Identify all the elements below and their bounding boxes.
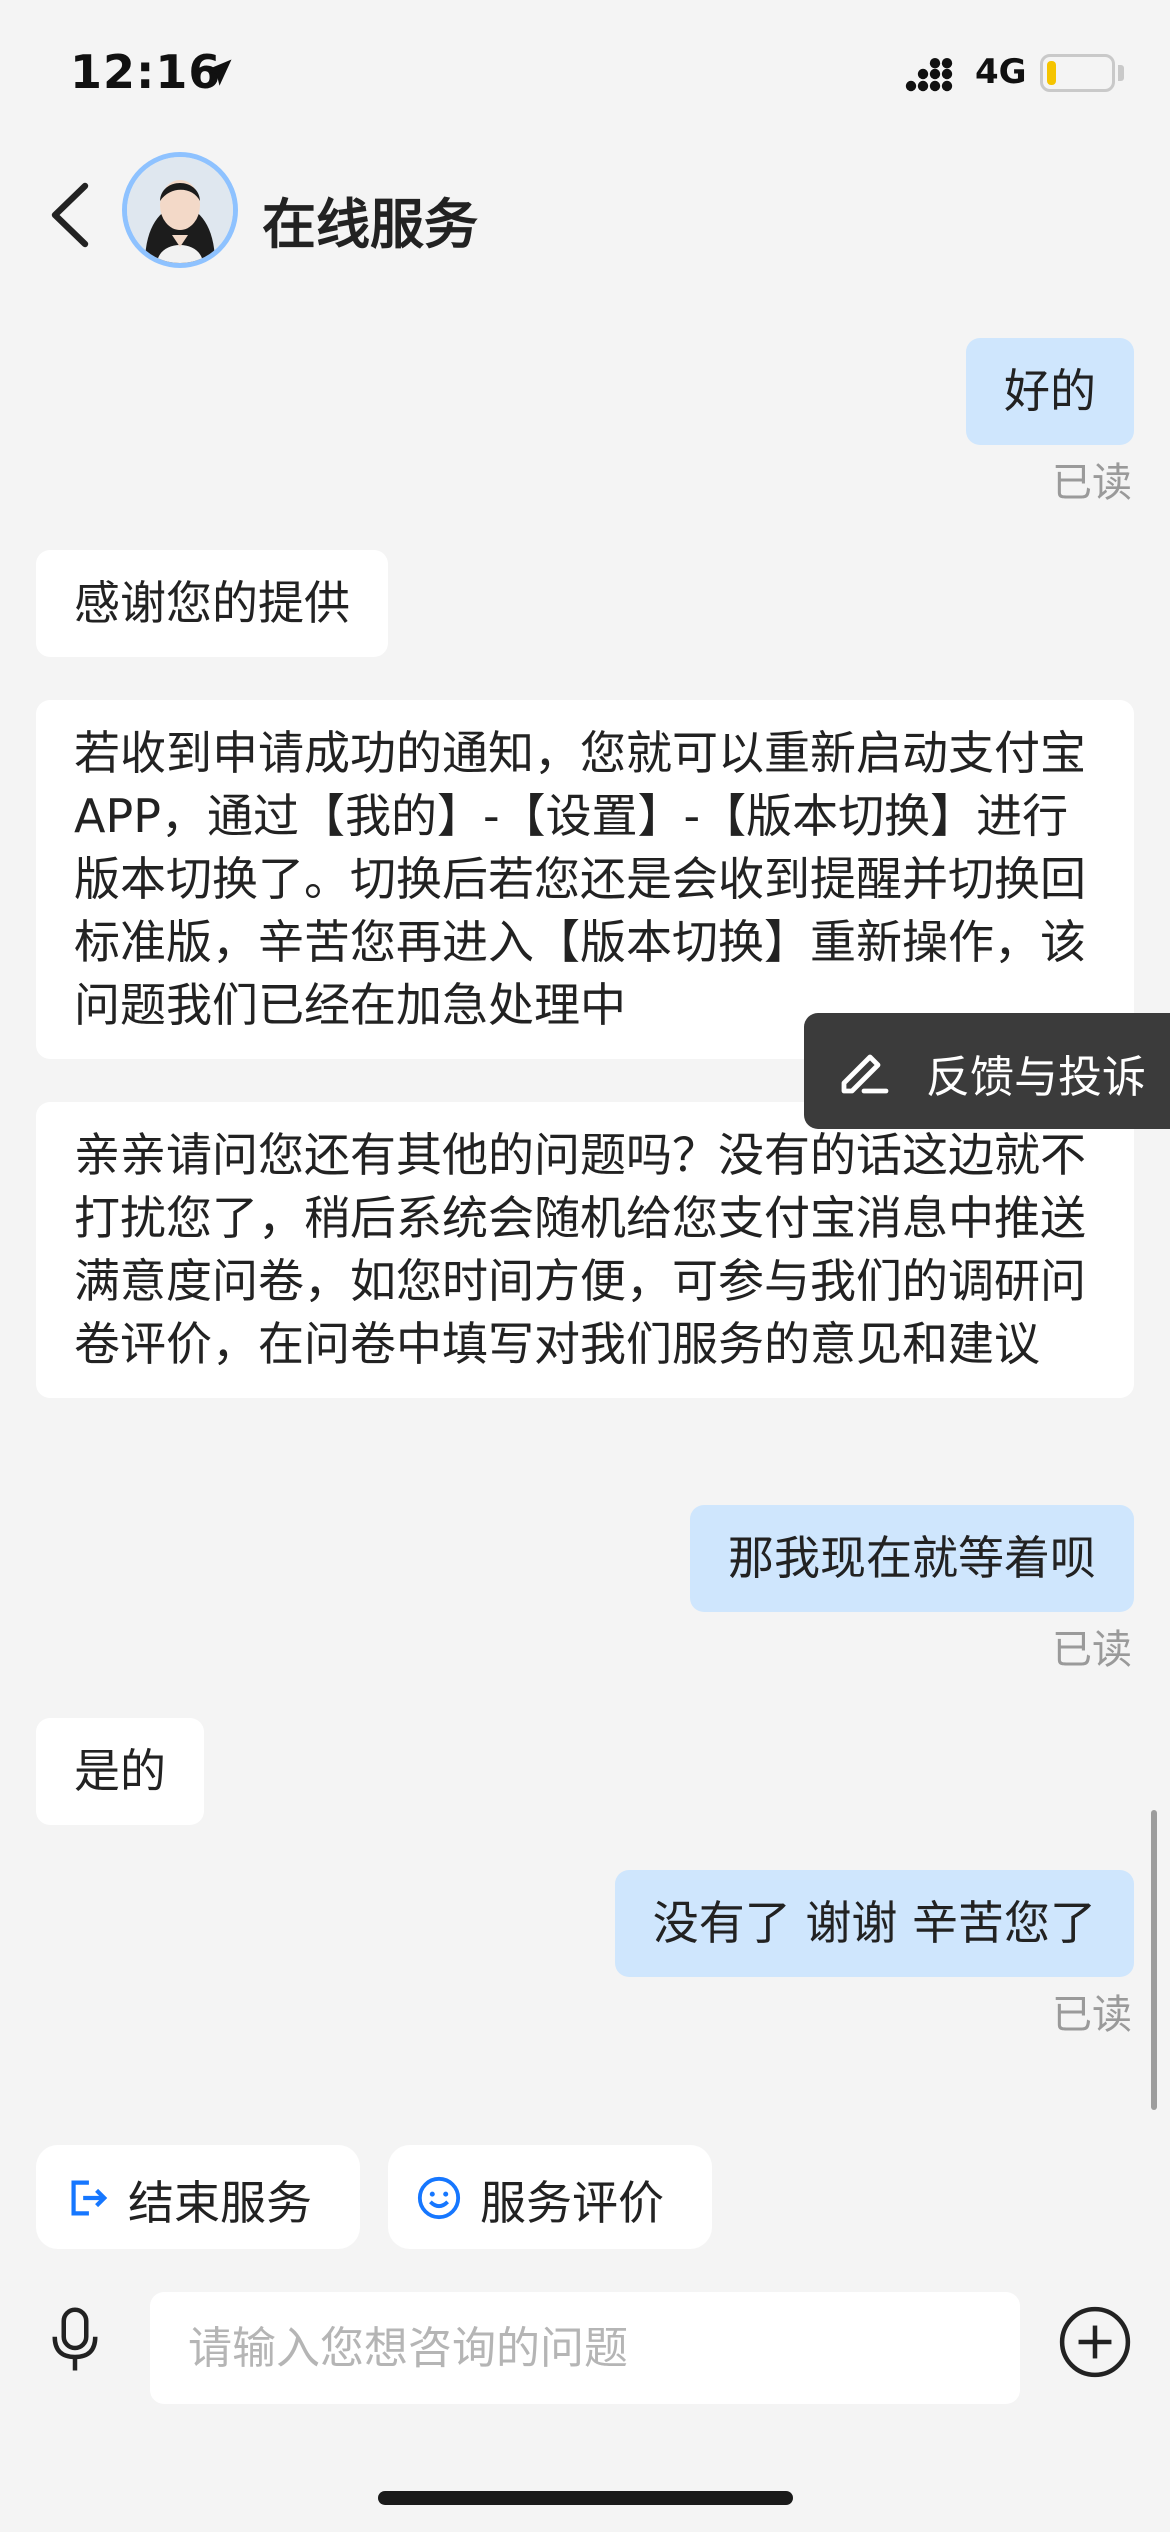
network-type: 4G <box>975 52 1027 92</box>
exit-icon <box>71 2180 108 2216</box>
location-arrow-icon <box>204 59 232 86</box>
message-bot-2[interactable]: 若收到申请成功的通知，您就可以重新启动支付宝APP，通过【我的】-【设置】-【版… <box>36 700 1134 1059</box>
microphone-icon[interactable] <box>48 2305 102 2373</box>
read-receipt-1: 已读 <box>1052 460 1132 506</box>
end-service-button[interactable]: 结束服务 <box>36 2145 360 2249</box>
status-bar: 12:16 4G <box>0 0 1170 140</box>
service-rating-button[interactable]: 服务评价 <box>388 2145 712 2249</box>
chat-messages[interactable]: 好的 已读 感谢您的提供 若收到申请成功的通知，您就可以重新启动支付宝APP，通… <box>0 280 1170 2140</box>
message-bot-4[interactable]: 是的 <box>36 1718 204 1825</box>
agent-avatar[interactable] <box>122 152 238 268</box>
smile-icon <box>417 2176 461 2220</box>
message-me-2[interactable]: 那我现在就等着呗 <box>690 1505 1134 1612</box>
battery-icon <box>1040 54 1115 92</box>
signal-dots-icon <box>905 58 953 92</box>
message-me-1[interactable]: 好的 <box>966 338 1134 445</box>
chat-scrollbar[interactable] <box>1151 1810 1157 2110</box>
back-chevron-icon[interactable] <box>45 180 95 250</box>
chat-header: 在线服务 <box>0 140 1170 280</box>
edit-icon <box>841 1054 889 1094</box>
page-title: 在线服务 <box>262 193 478 256</box>
add-circle-icon[interactable] <box>1058 2305 1132 2379</box>
agent-portrait-icon <box>127 157 233 263</box>
read-receipt-3: 已读 <box>1052 1992 1132 2038</box>
message-me-3[interactable]: 没有了 谢谢 辛苦您了 <box>614 1870 1134 1977</box>
message-bot-1[interactable]: 感谢您的提供 <box>36 550 388 657</box>
home-indicator <box>378 2491 793 2505</box>
message-bot-3[interactable]: 亲亲请问您还有其他的问题吗？没有的话这边就不打扰您了，稍后系统会随机给您支付宝消… <box>36 1102 1134 1398</box>
message-input[interactable] <box>150 2292 1020 2404</box>
service-rating-label: 服务评价 <box>480 2176 664 2230</box>
feedback-label: 反馈与投诉 <box>926 1052 1146 1103</box>
end-service-label: 结束服务 <box>128 2176 312 2230</box>
battery-tip <box>1118 65 1124 81</box>
read-receipt-2: 已读 <box>1052 1627 1132 1673</box>
feedback-complaint-button[interactable]: 反馈与投诉 <box>804 1013 1170 1129</box>
status-time: 12:16 <box>70 45 222 99</box>
battery-level <box>1047 61 1056 85</box>
